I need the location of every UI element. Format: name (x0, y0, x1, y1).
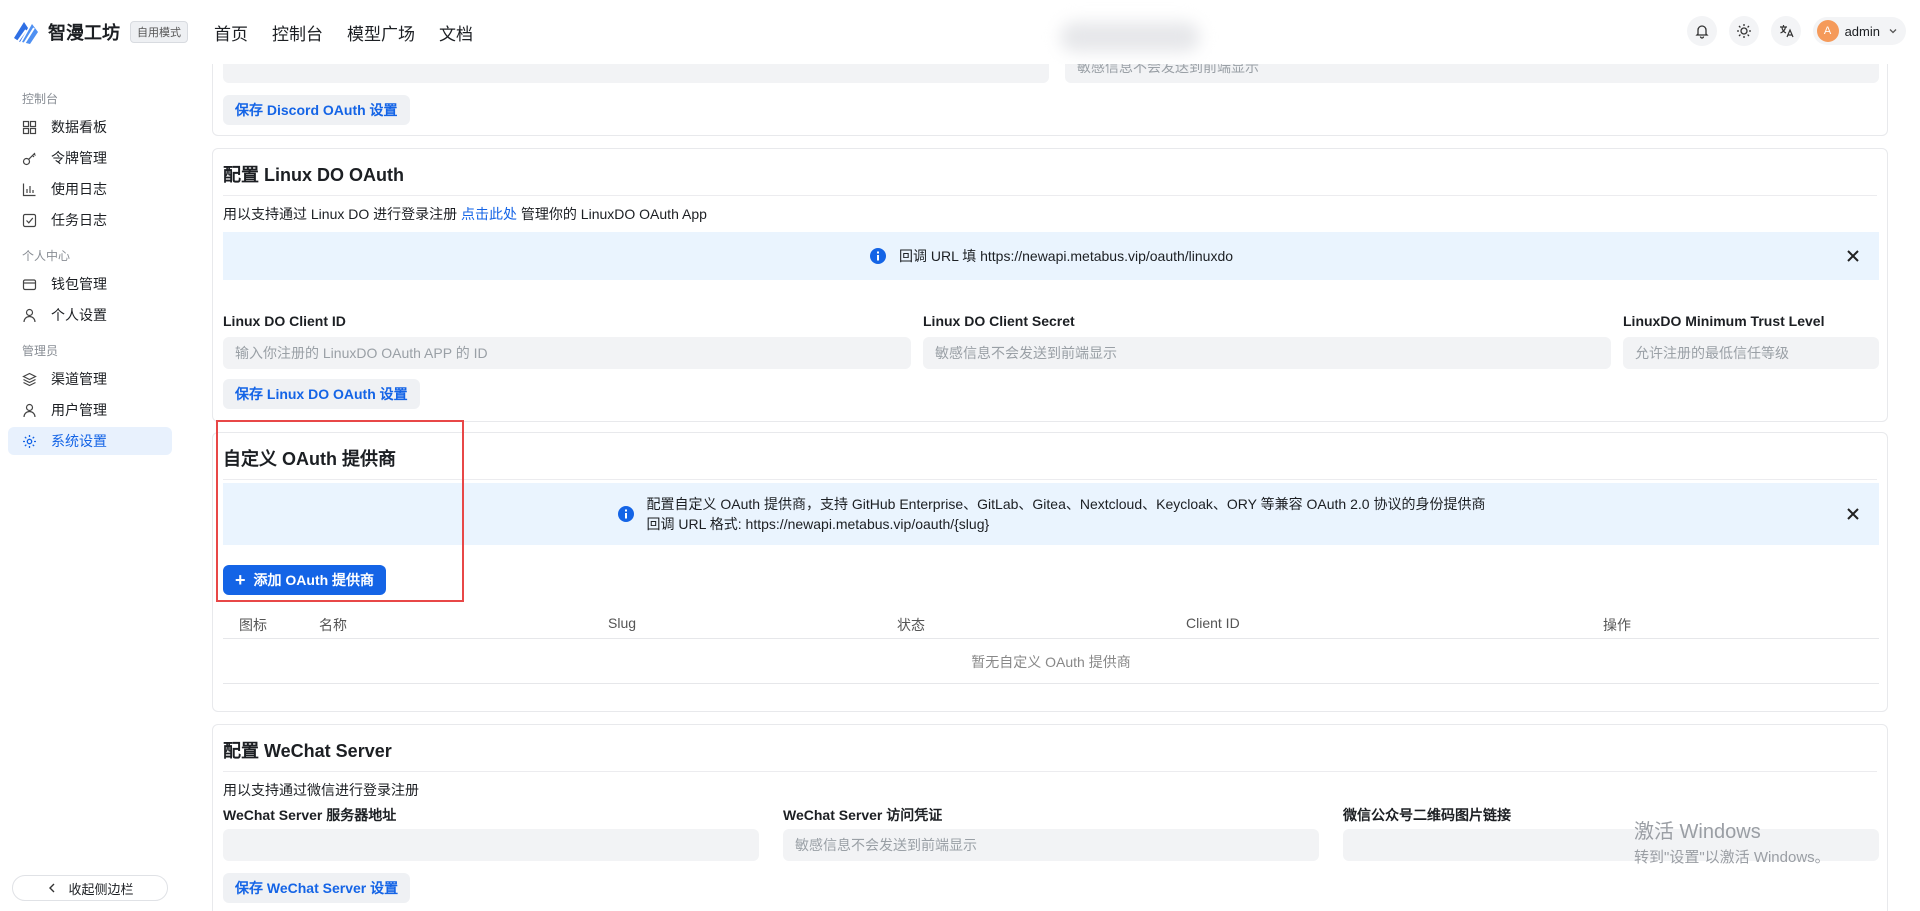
info-icon (869, 248, 886, 264)
linuxdo-trust-level-input[interactable] (1623, 337, 1879, 369)
sidebar-item-tokens[interactable]: 令牌管理 (8, 144, 172, 172)
linuxdo-info-banner: 回调 URL 填 https://newapi.metabus.vip/oaut… (223, 232, 1879, 280)
sidebar-item-channels[interactable]: 渠道管理 (8, 365, 172, 393)
sidebar-item-wallet[interactable]: 钱包管理 (8, 270, 172, 298)
wallet-icon (22, 278, 37, 290)
nav-home[interactable]: 首页 (214, 20, 248, 45)
wechat-title: 配置 WeChat Server (223, 737, 1877, 772)
linuxdo-client-id-input[interactable] (223, 337, 911, 369)
layers-icon (22, 372, 37, 386)
linuxdo-desc-suffix: 管理你的 LinuxDO OAuth App (520, 206, 707, 222)
group-title-personal: 个人中心 (22, 249, 71, 263)
nav-console[interactable]: 控制台 (272, 20, 323, 45)
custom-oauth-title: 自定义 OAuth 提供商 (223, 445, 1877, 480)
user-icon (23, 403, 36, 417)
custom-oauth-banner-line2: 回调 URL 格式: https://newapi.metabus.vip/oa… (646, 516, 990, 532)
user-menu[interactable]: A admin (1812, 17, 1906, 45)
linuxdo-client-id-label: Linux DO Client ID (223, 313, 346, 329)
sidebar: 控制台 数据看板 令牌管理 使用日志 任务日志 个人中心 钱包管理 个人设置 管… (0, 64, 180, 911)
chevron-down-icon (1889, 29, 1897, 34)
linuxdo-title: 配置 Linux DO OAuth (223, 161, 1877, 196)
wechat-server-address-label: WeChat Server 服务器地址 (223, 807, 397, 823)
sidebar-item-label: 系统设置 (51, 433, 107, 449)
header-actions: A admin (1675, 16, 1906, 46)
blurred-region (1060, 22, 1200, 52)
custom-oauth-info-banner: 配置自定义 OAuth 提供商，支持 GitHub Enterprise、Git… (223, 483, 1879, 545)
sidebar-item-label: 用户管理 (51, 402, 107, 418)
collapse-sidebar-button[interactable]: 收起侧边栏 (12, 875, 168, 901)
sidebar-item-label: 钱包管理 (51, 276, 107, 292)
save-wechat-server-button[interactable]: 保存 WeChat Server 设置 (223, 873, 411, 903)
linuxdo-client-secret-input[interactable] (923, 337, 1611, 369)
top-nav: 首页 控制台 模型广场 文档 (214, 20, 497, 45)
column-client-id: Client ID (1186, 615, 1240, 631)
sidebar-item-label: 个人设置 (51, 307, 107, 323)
custom-oauth-banner-text: 配置自定义 OAuth 提供商，支持 GitHub Enterprise、Git… (647, 494, 1486, 534)
key-icon (22, 152, 36, 165)
wechat-description: 用以支持通过微信进行登录注册 (223, 782, 419, 798)
task-icon (22, 213, 37, 227)
column-actions: 操作 (1603, 617, 1631, 633)
group-title-admin: 管理员 (22, 344, 59, 358)
wechat-access-token-input[interactable] (783, 829, 1319, 861)
sidebar-item-label: 令牌管理 (51, 150, 107, 166)
chevron-left-icon (49, 883, 55, 893)
avatar: A (1816, 20, 1839, 42)
windows-activation-watermark: 激活 Windows 转到"设置"以激活 Windows。 (1634, 815, 1830, 867)
provider-table-header: 图标 名称 Slug 状态 Client ID 操作 (223, 609, 1879, 639)
wechat-qrcode-label: 微信公众号二维码图片链接 (1343, 807, 1511, 823)
linuxdo-banner-text: 回调 URL 填 https://newapi.metabus.vip/oaut… (898, 248, 1234, 264)
linuxdo-oauth-card: 配置 Linux DO OAuth 用以支持通过 Linux DO 进行登录注册… (212, 148, 1888, 422)
column-slug: Slug (608, 615, 637, 631)
sidebar-item-label: 使用日志 (51, 181, 107, 197)
app-name: 智漫工坊 (48, 23, 120, 43)
user-name: admin (1844, 23, 1880, 39)
sidebar-item-users[interactable]: 用户管理 (8, 396, 172, 424)
nav-docs[interactable]: 文档 (439, 20, 473, 45)
close-icon[interactable] (1845, 248, 1861, 264)
mode-badge: 自用模式 (130, 21, 188, 43)
sidebar-item-profile[interactable]: 个人设置 (8, 301, 172, 329)
logo-icon (14, 22, 38, 45)
linuxdo-client-secret-label: Linux DO Client Secret (923, 313, 1075, 329)
info-icon (617, 506, 634, 522)
collapse-label: 收起侧边栏 (68, 881, 134, 897)
linuxdo-manage-link[interactable]: 点击此处 (461, 206, 517, 222)
wechat-server-address-input[interactable] (223, 829, 759, 861)
sidebar-item-label: 渠道管理 (51, 371, 107, 387)
linuxdo-desc-prefix: 用以支持通过 Linux DO 进行登录注册 (223, 206, 458, 222)
sidebar-item-label: 任务日志 (51, 212, 107, 228)
sidebar-item-usage-logs[interactable]: 使用日志 (8, 175, 172, 203)
close-icon[interactable] (1845, 506, 1861, 522)
bell-icon[interactable] (1686, 16, 1717, 46)
column-status: 状态 (897, 617, 925, 633)
linuxdo-trust-level-label: LinuxDO Minimum Trust Level (1623, 313, 1825, 329)
save-linuxdo-oauth-button[interactable]: 保存 Linux DO OAuth 设置 (223, 379, 420, 409)
save-discord-oauth-button[interactable]: 保存 Discord OAuth 设置 (223, 95, 410, 125)
gear-icon (23, 434, 36, 448)
sidebar-item-system-settings[interactable]: 系统设置 (8, 427, 172, 455)
watermark-line1: 激活 Windows (1634, 821, 1761, 843)
watermark-line2: 转到"设置"以激活 Windows。 (1634, 849, 1830, 866)
translate-icon[interactable] (1770, 16, 1801, 46)
column-icon: 图标 (239, 617, 267, 633)
provider-table-empty: 暂无自定义 OAuth 提供商 (223, 640, 1879, 684)
sun-icon[interactable] (1728, 16, 1759, 46)
highlight-box (216, 420, 464, 602)
sidebar-item-dashboard[interactable]: 数据看板 (8, 113, 172, 141)
linuxdo-description: 用以支持通过 Linux DO 进行登录注册 点击此处 管理你的 LinuxDO… (223, 204, 1877, 224)
custom-oauth-banner-line1: 配置自定义 OAuth 提供商，支持 GitHub Enterprise、Git… (646, 496, 1486, 512)
dashboard-icon (22, 120, 37, 134)
sidebar-item-task-logs[interactable]: 任务日志 (8, 206, 172, 234)
nav-models[interactable]: 模型广场 (347, 20, 415, 45)
sidebar-item-label: 数据看板 (51, 119, 107, 135)
chart-icon (22, 183, 36, 196)
user-icon (23, 308, 36, 322)
column-name: 名称 (319, 617, 347, 633)
wechat-access-token-label: WeChat Server 访问凭证 (783, 807, 943, 823)
group-title-console: 控制台 (22, 92, 59, 106)
top-header: 智漫工坊 自用模式 首页 控制台 模型广场 文档 A admin (0, 0, 1920, 64)
app-logo[interactable]: 智漫工坊 自用模式 (10, 16, 188, 48)
